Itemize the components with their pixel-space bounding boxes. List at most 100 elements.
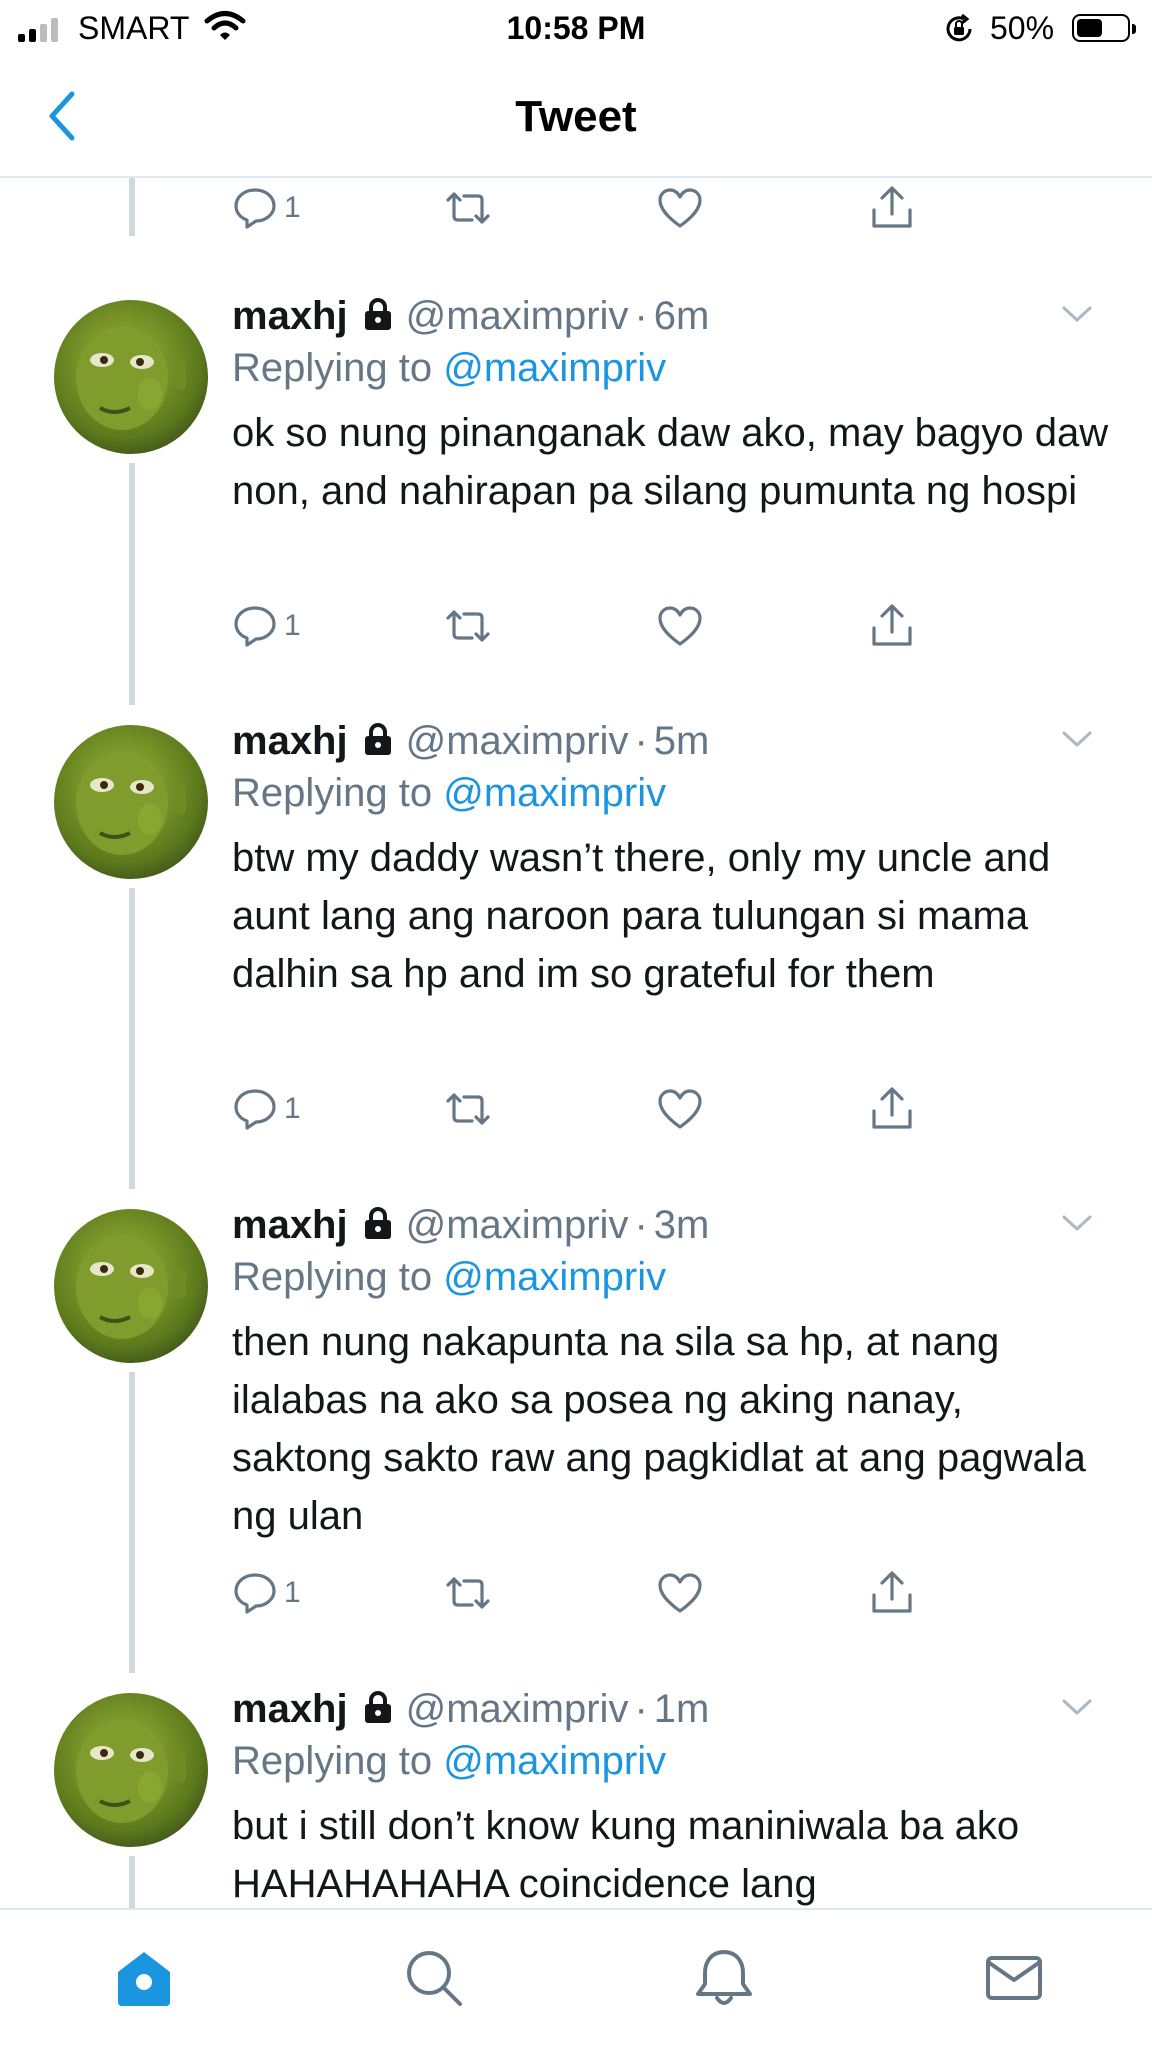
retweet-button[interactable]	[442, 180, 494, 236]
reply-count: 1	[284, 191, 301, 224]
tweet-header: maxhj @maximpriv · 3m	[232, 1197, 709, 1253]
like-button[interactable]	[656, 1081, 704, 1137]
clock: 10:58 PM	[506, 10, 646, 46]
reply-count: 1	[284, 609, 301, 642]
mention-link[interactable]: @maximpriv	[443, 771, 666, 815]
tweet[interactable]: maxhj @maximpriv · 5m Replying to @maximpriv…	[0, 713, 1152, 1151]
replying-to-label: Replying to	[232, 771, 433, 815]
reply-icon	[234, 606, 276, 647]
tweet-actions: 1	[232, 598, 932, 654]
home-icon	[118, 1952, 170, 2006]
display-name[interactable]: maxhj	[232, 294, 348, 339]
tweet-header: maxhj @maximpriv · 1m	[232, 1681, 709, 1737]
replying-to-line: Replying to @maximpriv	[232, 1255, 666, 1300]
tweet[interactable]: maxhj @maximpriv · 1m Replying to @maximpriv…	[0, 1681, 1152, 1908]
protected-account-badge	[362, 297, 394, 336]
protected-account-badge	[362, 722, 394, 761]
mention-link[interactable]: @maximpriv	[443, 1739, 666, 1783]
tweet-timestamp: 5m	[653, 718, 710, 763]
reply-button[interactable]: 1	[232, 1081, 301, 1137]
chevron-down-icon	[1062, 1699, 1092, 1715]
reply-icon	[234, 1089, 276, 1130]
replying-to-line: Replying to @maximpriv	[232, 346, 666, 391]
heart-icon	[658, 606, 702, 646]
tweet-menu-button[interactable]	[1060, 302, 1094, 331]
battery-percent: 50%	[990, 10, 1055, 46]
like-button[interactable]	[656, 1565, 704, 1621]
tab-home[interactable]	[112, 1946, 176, 2015]
tweet-actions: 1	[232, 180, 932, 236]
chevron-down-icon	[1062, 731, 1092, 747]
mention-link[interactable]: @maximpriv	[443, 1255, 666, 1299]
tab-notifications[interactable]	[692, 1946, 756, 2015]
protected-account-badge	[362, 1690, 394, 1729]
user-handle: @maximpriv	[405, 718, 629, 763]
page-title: Tweet	[515, 92, 637, 141]
tweet-timestamp: 6m	[653, 293, 710, 338]
tweet-header: maxhj @maximpriv · 6m	[232, 288, 709, 344]
protected-account-badge	[362, 1206, 394, 1245]
tab-messages[interactable]	[982, 1946, 1046, 2015]
avatar[interactable]	[54, 725, 208, 879]
like-button[interactable]	[656, 180, 704, 236]
tweet[interactable]: maxhj @maximpriv · 6m Replying to @maximpriv…	[0, 288, 1152, 668]
status-bar: SMART 10:58 PM 50%	[0, 0, 1152, 58]
protected-lock-icon	[364, 1690, 391, 1723]
retweet-icon	[446, 1577, 490, 1609]
reply-button[interactable]: 1	[232, 180, 301, 236]
share-button[interactable]	[868, 1081, 916, 1137]
retweet-button[interactable]	[442, 1081, 494, 1137]
retweet-icon	[446, 192, 490, 224]
tweet[interactable]: maxhj @maximpriv · 3m Replying to @maximpriv…	[0, 1197, 1152, 1635]
share-icon	[872, 1571, 912, 1613]
display-name[interactable]: maxhj	[232, 719, 348, 764]
share-button[interactable]	[868, 1565, 916, 1621]
tweet-header: maxhj @maximpriv · 5m	[232, 713, 709, 769]
avatar[interactable]	[54, 1209, 208, 1363]
reply-count: 1	[284, 1092, 301, 1125]
user-handle: @maximpriv	[405, 1686, 629, 1731]
replying-to-line: Replying to @maximpriv	[232, 771, 666, 816]
share-icon	[872, 1087, 912, 1129]
tweet-timestamp: 1m	[653, 1686, 710, 1731]
replying-to-line: Replying to @maximpriv	[232, 1739, 666, 1784]
avatar-image	[54, 1693, 208, 1847]
display-name[interactable]: maxhj	[232, 1203, 348, 1248]
avatar[interactable]	[54, 300, 208, 454]
avatar-image	[54, 300, 208, 454]
like-button[interactable]	[656, 598, 704, 654]
user-handle: @maximpriv	[405, 293, 629, 338]
tweet-text: btw my daddy wasn’t there, only my uncle…	[232, 836, 1051, 996]
search-icon	[407, 1951, 462, 2006]
avatar[interactable]	[54, 1693, 208, 1847]
replying-to-label: Replying to	[232, 346, 433, 390]
reply-button[interactable]: 1	[232, 598, 301, 654]
tweet-menu-button[interactable]	[1060, 727, 1094, 756]
tweet-thread[interactable]: 1 maxhj @maximpriv · 6m Replying to @maximpr…	[0, 178, 1152, 1908]
tweet-actions: 1	[232, 1081, 932, 1137]
retweet-button[interactable]	[442, 1565, 494, 1621]
separator-dot: ·	[634, 718, 648, 763]
tab-search[interactable]	[402, 1946, 466, 2015]
heart-icon	[658, 1089, 702, 1129]
retweet-icon	[446, 1093, 490, 1125]
replying-to-label: Replying to	[232, 1739, 433, 1783]
mention-link[interactable]: @maximpriv	[443, 346, 666, 390]
display-name[interactable]: maxhj	[232, 1687, 348, 1732]
share-button[interactable]	[868, 180, 916, 236]
share-button[interactable]	[868, 598, 916, 654]
protected-lock-icon	[364, 297, 391, 330]
share-icon	[872, 186, 912, 228]
reply-icon	[234, 188, 276, 229]
reply-button[interactable]: 1	[232, 1565, 301, 1621]
tab-bar	[0, 1908, 1152, 2048]
tweet-menu-button[interactable]	[1060, 1695, 1094, 1724]
messages-icon	[986, 1956, 1042, 2000]
heart-icon	[658, 1573, 702, 1613]
replying-to-label: Replying to	[232, 1255, 433, 1299]
avatar-image	[54, 1209, 208, 1363]
tweet-menu-button[interactable]	[1060, 1211, 1094, 1240]
separator-dot: ·	[634, 1686, 648, 1731]
tweet-text: but i still don’t know kung maniniwala b…	[232, 1804, 1020, 1906]
retweet-button[interactable]	[442, 598, 494, 654]
